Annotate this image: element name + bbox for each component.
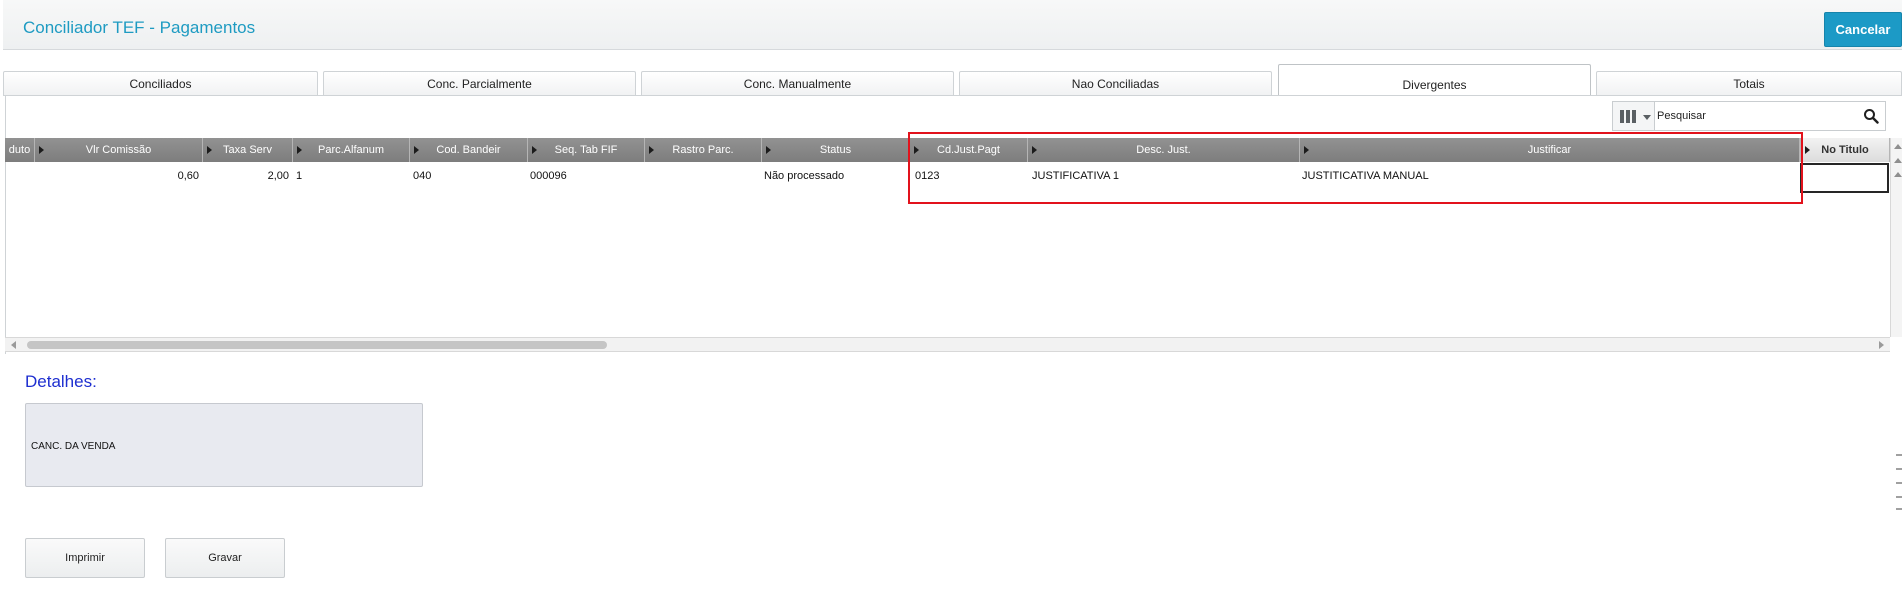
horizontal-scrollbar[interactable] <box>5 337 1890 352</box>
details-value: CANC. DA VENDA <box>31 441 116 452</box>
column-header-no-titulo[interactable]: No Titulo <box>1800 138 1890 162</box>
cell-status: Não processado <box>764 170 845 182</box>
side-scroll-marks <box>1896 454 1902 510</box>
expand-arrow-icon <box>207 146 212 154</box>
column-header-label: No Titulo <box>1821 144 1869 156</box>
cell-taxa-serv: 2,00 <box>267 170 289 182</box>
scrollbar-thumb[interactable] <box>27 341 607 349</box>
vertical-scrollbar[interactable] <box>1890 138 1902 337</box>
cell-vlr-comissao: 0,60 <box>177 170 199 182</box>
columns-icon <box>1620 110 1637 123</box>
app-window: Conciliador TEF - Pagamentos Cancelar Co… <box>0 0 1902 609</box>
expand-arrow-icon <box>649 146 654 154</box>
expand-arrow-icon <box>297 146 302 154</box>
details-field[interactable]: CANC. DA VENDA <box>25 403 423 487</box>
cell-seq-tab-fif: 000096 <box>530 170 567 182</box>
column-header-label: duto <box>8 144 31 156</box>
column-header-status[interactable]: Status <box>762 138 910 162</box>
search-input[interactable] <box>1657 104 1857 128</box>
save-button[interactable]: Gravar <box>165 538 285 578</box>
chevron-down-icon <box>1643 115 1651 120</box>
details-label: Detalhes: <box>25 372 97 391</box>
column-header-label: Cod. Bandeir <box>436 144 501 156</box>
column-header-label: Vlr Comissão <box>85 144 152 156</box>
expand-arrow-icon <box>1805 146 1810 154</box>
selected-cell-no-titulo[interactable] <box>1800 163 1889 193</box>
column-header-label: Status <box>819 144 852 156</box>
scroll-up-icon <box>1894 144 1902 149</box>
print-button[interactable]: Imprimir <box>25 538 145 578</box>
column-header-cod-bandeir[interactable]: Cod. Bandeir <box>410 138 528 162</box>
cell-parc-alfanum: 1 <box>296 170 303 182</box>
highlight-annotation <box>908 132 1803 204</box>
page-title: Conciliador TEF - Pagamentos <box>23 18 256 37</box>
column-header-label: Rastro Parc. <box>672 144 734 156</box>
tab-nao-conciliadas[interactable]: Nao Conciliadas <box>959 71 1272 95</box>
header-bar: Conciliador TEF - Pagamentos Cancelar <box>3 0 1902 50</box>
column-header-label: Taxa Serv <box>223 144 272 156</box>
column-header-parc-alfanum[interactable]: Parc.Alfanum <box>293 138 410 162</box>
cell-cod-bandeir: 040 <box>413 170 432 182</box>
column-header-rastro-parc[interactable]: Rastro Parc. <box>645 138 762 162</box>
tab-conc-parcialmente[interactable]: Conc. Parcialmente <box>323 71 636 95</box>
column-header-taxa-serv[interactable]: Taxa Serv <box>203 138 293 162</box>
tab-conc-manualmente[interactable]: Conc. Manualmente <box>641 71 954 95</box>
scroll-left-icon[interactable] <box>11 341 16 349</box>
cancel-button[interactable]: Cancelar <box>1824 12 1902 47</box>
tab-totais[interactable]: Totais <box>1596 71 1902 95</box>
column-header-seq-tab-fif[interactable]: Seq. Tab FIF <box>528 138 645 162</box>
expand-arrow-icon <box>766 146 771 154</box>
search-bar <box>1612 101 1886 131</box>
tab-conciliados[interactable]: Conciliados <box>3 71 318 95</box>
scroll-right-icon[interactable] <box>1879 341 1884 349</box>
scroll-up-icon <box>1894 172 1902 177</box>
tab-divergentes[interactable]: Divergentes <box>1278 64 1591 96</box>
column-header-label: Seq. Tab FIF <box>554 144 618 156</box>
expand-arrow-icon <box>39 146 44 154</box>
column-header-duto[interactable]: duto <box>5 138 35 162</box>
search-icon[interactable] <box>1863 108 1879 124</box>
column-selector-button[interactable] <box>1613 102 1655 130</box>
column-header-label: Parc.Alfanum <box>317 144 385 156</box>
expand-arrow-icon <box>414 146 419 154</box>
scroll-up-icon <box>1894 158 1902 163</box>
expand-arrow-icon <box>532 146 537 154</box>
column-header-vlr-comissao[interactable]: Vlr Comissão <box>35 138 203 162</box>
